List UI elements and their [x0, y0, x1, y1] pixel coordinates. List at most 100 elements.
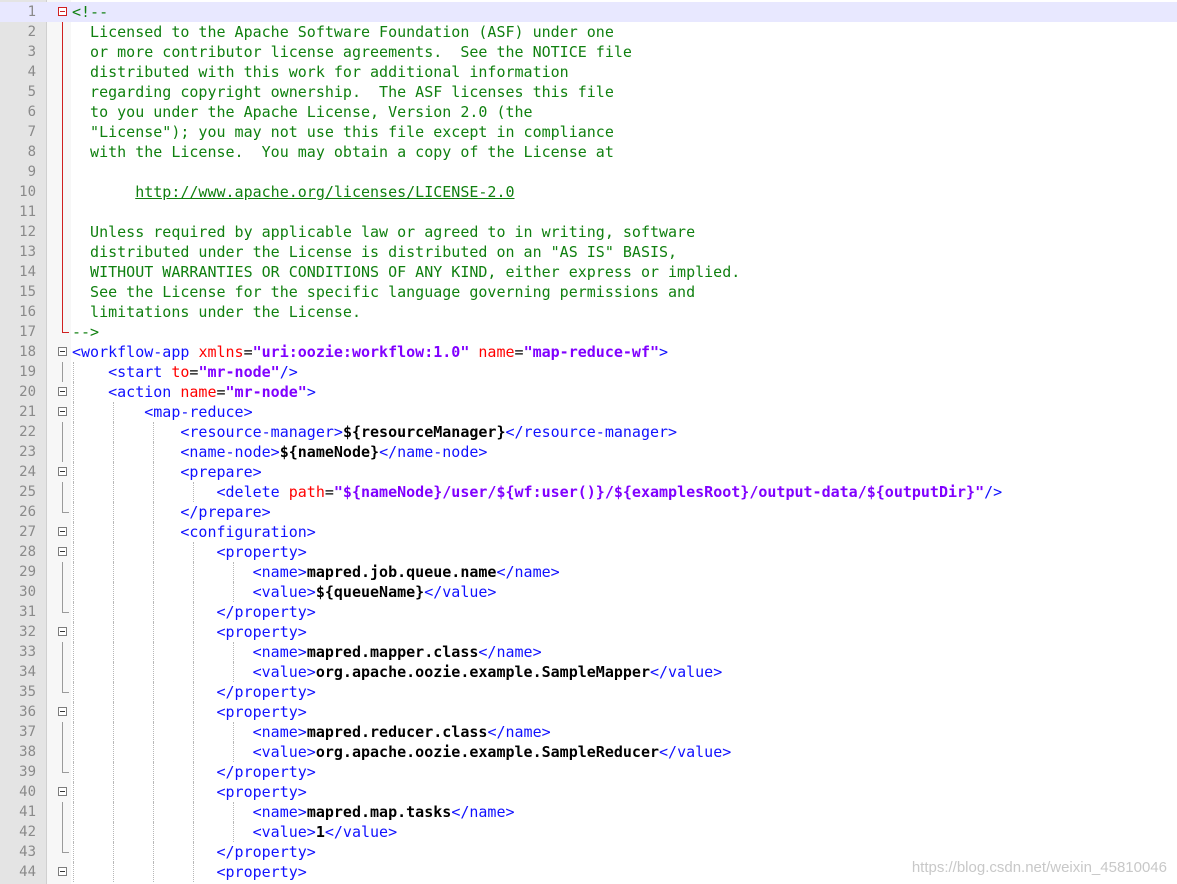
url-link[interactable]: http://www.apache.org/licenses/LICENSE-2…: [135, 183, 514, 201]
code-text[interactable]: <resource-manager>${resourceManager}</re…: [72, 422, 677, 442]
code-line[interactable]: 37 <name>mapred.reducer.class</name>: [0, 722, 1177, 742]
code-text[interactable]: </prepare>: [72, 502, 270, 522]
code-text[interactable]: "License"); you may not use this file ex…: [72, 122, 614, 142]
code-text[interactable]: <name>mapred.job.queue.name</name>: [72, 562, 560, 582]
code-line[interactable]: 1 <!--: [0, 2, 1177, 22]
code-line[interactable]: 28 <property>: [0, 542, 1177, 562]
fold-toggle-icon[interactable]: [58, 867, 67, 876]
fold-toggle-icon[interactable]: [58, 547, 67, 556]
code-text[interactable]: with the License. You may obtain a copy …: [72, 142, 614, 162]
line-number: 26: [19, 504, 36, 520]
fold-toggle-icon[interactable]: [58, 387, 67, 396]
code-line[interactable]: 4 distributed with this work for additio…: [0, 62, 1177, 82]
fold-toggle-icon[interactable]: [58, 347, 67, 356]
code-line[interactable]: 3 or more contributor license agreements…: [0, 42, 1177, 62]
code-line[interactable]: 35 </property>: [0, 682, 1177, 702]
code-text[interactable]: <property>: [72, 702, 307, 722]
code-line[interactable]: 14 WITHOUT WARRANTIES OR CONDITIONS OF A…: [0, 262, 1177, 282]
code-text[interactable]: See the License for the specific languag…: [72, 282, 695, 302]
code-line[interactable]: 19 <start to="mr-node"/>: [0, 362, 1177, 382]
code-line[interactable]: 21 <map-reduce>: [0, 402, 1177, 422]
code-text[interactable]: <property>: [72, 622, 307, 642]
code-line[interactable]: 7 "License"); you may not use this file …: [0, 122, 1177, 142]
code-line[interactable]: 10 http://www.apache.org/licenses/LICENS…: [0, 182, 1177, 202]
code-text[interactable]: </property>: [72, 762, 316, 782]
code-line[interactable]: 31 </property>: [0, 602, 1177, 622]
fold-toggle-icon[interactable]: [58, 467, 67, 476]
code-text[interactable]: <property>: [72, 862, 307, 882]
code-text[interactable]: <name-node>${nameNode}</name-node>: [72, 442, 487, 462]
code-line[interactable]: 2 Licensed to the Apache Software Founda…: [0, 22, 1177, 42]
code-text[interactable]: <value>1</value>: [72, 822, 398, 842]
element-text-token: org.apache.oozie.example.SampleMapper: [315, 663, 650, 681]
code-text[interactable]: or more contributor license agreements. …: [72, 42, 632, 62]
fold-toggle-icon[interactable]: [58, 527, 67, 536]
code-text[interactable]: <value>${queueName}</value>: [72, 582, 497, 602]
code-text[interactable]: distributed under the License is distrib…: [72, 242, 677, 262]
code-text[interactable]: </property>: [72, 602, 316, 622]
fold-toggle-icon[interactable]: [58, 627, 67, 636]
code-text[interactable]: <value>org.apache.oozie.example.SampleMa…: [72, 662, 723, 682]
code-text[interactable]: <name>mapred.map.tasks</name>: [72, 802, 515, 822]
code-line[interactable]: 38 <value>org.apache.oozie.example.Sampl…: [0, 742, 1177, 762]
code-line[interactable]: 15 See the License for the specific lang…: [0, 282, 1177, 302]
code-line[interactable]: 13 distributed under the License is dist…: [0, 242, 1177, 262]
code-line[interactable]: 12 Unless required by applicable law or …: [0, 222, 1177, 242]
code-line[interactable]: 6 to you under the Apache License, Versi…: [0, 102, 1177, 122]
code-line[interactable]: 34 <value>org.apache.oozie.example.Sampl…: [0, 662, 1177, 682]
code-text[interactable]: distributed with this work for additiona…: [72, 62, 569, 82]
code-text[interactable]: <name>mapred.mapper.class</name>: [72, 642, 542, 662]
code-line[interactable]: 11: [0, 202, 1177, 222]
code-line[interactable]: 22 <resource-manager>${resourceManager}<…: [0, 422, 1177, 442]
code-line[interactable]: 27 <configuration>: [0, 522, 1177, 542]
code-text[interactable]: <map-reduce>: [72, 402, 252, 422]
code-text[interactable]: <configuration>: [72, 522, 315, 542]
code-text[interactable]: <!--: [72, 2, 108, 22]
code-line[interactable]: 23 <name-node>${nameNode}</name-node>: [0, 442, 1177, 462]
code-text[interactable]: to you under the Apache License, Version…: [72, 102, 533, 122]
fold-toggle-icon[interactable]: [58, 407, 67, 416]
code-text[interactable]: <property>: [72, 542, 307, 562]
code-text[interactable]: Licensed to the Apache Software Foundati…: [72, 22, 614, 42]
code-line[interactable]: 9: [0, 162, 1177, 182]
code-text[interactable]: regarding copyright ownership. The ASF l…: [72, 82, 614, 102]
code-line[interactable]: 5 regarding copyright ownership. The ASF…: [0, 82, 1177, 102]
code-text[interactable]: <name>mapred.reducer.class</name>: [72, 722, 551, 742]
code-line[interactable]: 18 <workflow-app xmlns="uri:oozie:workflo…: [0, 342, 1177, 362]
code-text[interactable]: <property>: [72, 782, 307, 802]
code-text[interactable]: -->: [72, 322, 99, 342]
code-text[interactable]: <value>org.apache.oozie.example.SampleRe…: [72, 742, 732, 762]
code-line[interactable]: 16 limitations under the License.: [0, 302, 1177, 322]
code-line[interactable]: 30 <value>${queueName}</value>: [0, 582, 1177, 602]
code-line[interactable]: 29 <name>mapred.job.queue.name</name>: [0, 562, 1177, 582]
code-editor[interactable]: 1 <!-- 2 Licensed to the Apache Software F…: [0, 0, 1177, 884]
code-text[interactable]: </property>: [72, 842, 316, 862]
code-line[interactable]: 39 </property>: [0, 762, 1177, 782]
code-line[interactable]: 32 <property>: [0, 622, 1177, 642]
code-text[interactable]: <start to="mr-node"/>: [72, 362, 298, 382]
code-text[interactable]: <action name="mr-node">: [72, 382, 316, 402]
fold-toggle-icon[interactable]: [58, 7, 67, 16]
code-line[interactable]: 33 <name>mapred.mapper.class</name>: [0, 642, 1177, 662]
code-text[interactable]: Unless required by applicable law or agr…: [72, 222, 695, 242]
code-text[interactable]: <prepare>: [72, 462, 261, 482]
fold-toggle-icon[interactable]: [58, 707, 67, 716]
code-text[interactable]: <delete path="${nameNode}/user/${wf:user…: [72, 482, 1003, 502]
code-line[interactable]: 36 <property>: [0, 702, 1177, 722]
code-line[interactable]: 41 <name>mapred.map.tasks</name>: [0, 802, 1177, 822]
code-text[interactable]: <workflow-app xmlns="uri:oozie:workflow:…: [72, 342, 668, 362]
code-text[interactable]: WITHOUT WARRANTIES OR CONDITIONS OF ANY …: [72, 262, 740, 282]
code-line[interactable]: 8 with the License. You may obtain a cop…: [0, 142, 1177, 162]
code-line[interactable]: 20 <action name="mr-node">: [0, 382, 1177, 402]
code-line[interactable]: 42 <value>1</value>: [0, 822, 1177, 842]
code-line[interactable]: 26 </prepare>: [0, 502, 1177, 522]
code-line[interactable]: 17 -->: [0, 322, 1177, 342]
code-line[interactable]: 24 <prepare>: [0, 462, 1177, 482]
code-line[interactable]: 25 <delete path="${nameNode}/user/${wf:u…: [0, 482, 1177, 502]
code-line[interactable]: 40 <property>: [0, 782, 1177, 802]
code-text[interactable]: </property>: [72, 682, 316, 702]
code-text[interactable]: http://www.apache.org/licenses/LICENSE-2…: [72, 182, 514, 202]
code-text[interactable]: limitations under the License.: [72, 302, 361, 322]
fold-toggle-icon[interactable]: [58, 787, 67, 796]
